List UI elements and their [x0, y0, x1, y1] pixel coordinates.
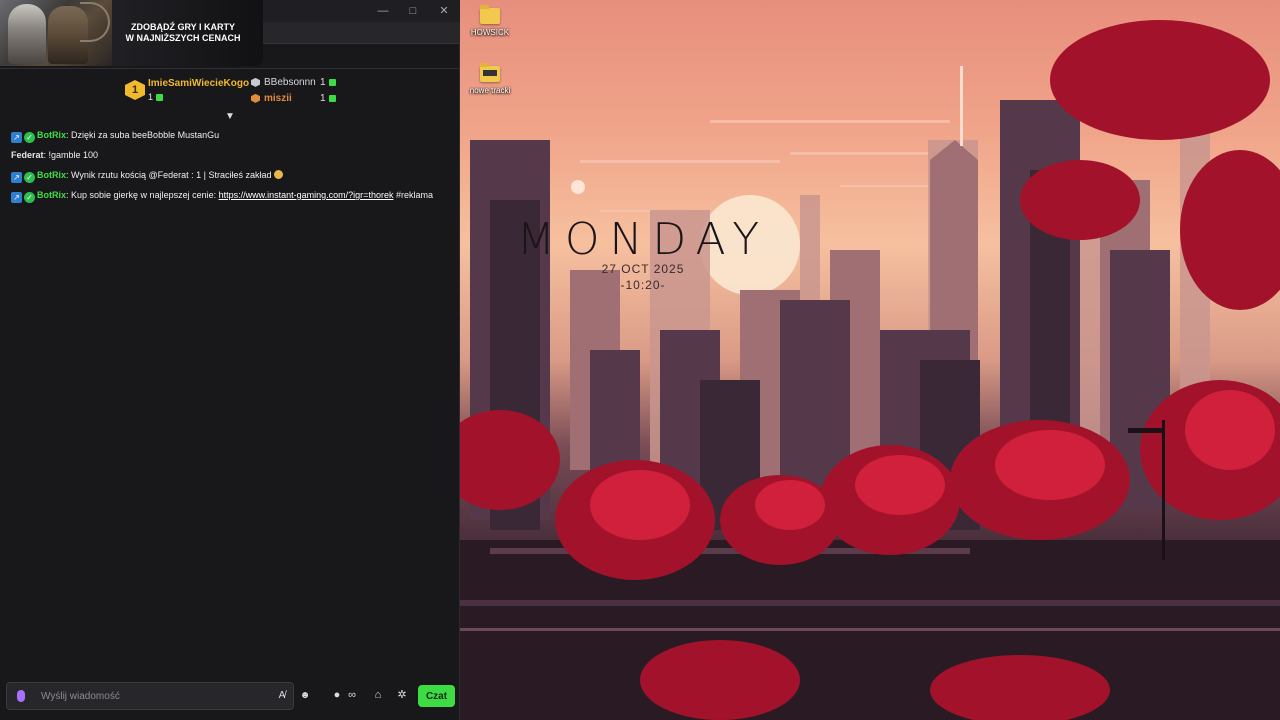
verified-badge-icon: ✓ — [24, 172, 35, 183]
leaderboard-first-score: 1 — [148, 92, 164, 102]
chat-username[interactable]: Federat — [11, 150, 44, 160]
bot-badge-icon: ↗ — [11, 192, 22, 203]
chat-text-after: #reklama — [395, 190, 433, 200]
close-button[interactable]: ✕ — [429, 2, 459, 20]
leaderboard-third-score: 1 — [320, 93, 336, 104]
leaderboard-first-name: ImieSamiWiecieKogo — [148, 78, 250, 89]
chat-message-list: ↗ ✓ BotRix: Dzięki za suba beeBobble Musta… — [11, 128, 456, 208]
chat-link[interactable]: https://www.instant-gaming.com/?igr=thor… — [219, 190, 394, 200]
chat-message: ↗ ✓ BotRix: Wynik rzutu kością @Federat : … — [11, 168, 456, 188]
ad-banner[interactable]: ZDOBĄDŹ GRY I KARTY W NAJNIŻSZYCH CENACH — [0, 0, 263, 66]
leaderboard-third-name: miszii — [264, 93, 292, 104]
gift-icon — [328, 94, 336, 102]
ad-text: ZDOBĄDŹ GRY I KARTY W NAJNIŻSZYCH CENACH — [120, 22, 246, 44]
leaderboard-second-name: BBebsonnn — [264, 77, 316, 88]
emote-picker-icon[interactable]: ☻ — [298, 689, 312, 703]
ad-text-line1: ZDOBĄDŹ GRY I KARTY — [130, 22, 235, 32]
chat-input-box[interactable]: A̸ ☻ — [6, 682, 310, 710]
bot-badge-icon: ↗ — [11, 132, 22, 143]
desktop-icon-howsick[interactable]: HOWSICK — [460, 5, 520, 37]
minimize-button[interactable]: — — [368, 2, 398, 20]
points-icon[interactable]: ● — [332, 688, 342, 702]
desktop-clock-widget: MONDAY 27 OCT 2025 -10:20- — [508, 214, 778, 293]
divider — [0, 68, 460, 69]
chat-text: Kup sobie gierkę w najlepszej cenie: — [71, 190, 217, 200]
chat-message: Federat: !gamble 100 — [11, 148, 456, 168]
chat-text: Wynik rzutu kością @Federat : 1 | Straci… — [71, 170, 272, 180]
ad-text-line2: W NAJNIŻSZYCH CENACH — [125, 33, 241, 43]
emote-icon — [274, 170, 283, 179]
chat-input[interactable] — [39, 687, 259, 705]
leaderboard-second[interactable]: BBebsonnn — [251, 77, 316, 88]
desktop-icon-nowe-tracki[interactable]: nowe tracki — [460, 63, 520, 95]
send-chat-button[interactable]: Czat — [418, 685, 455, 707]
chat-message: ↗ ✓ BotRix: Dzięki za suba beeBobble Musta… — [11, 128, 456, 148]
wallpaper-cityscape — [460, 20, 1280, 720]
chat-message: ↗ ✓ BotRix: Kup sobie gierkę w najlepszej … — [11, 188, 456, 208]
gift-leaderboard: 1 ImieSamiWiecieKogo 1 BBebsonnn 1 miszi… — [0, 72, 460, 110]
rank-2-icon — [251, 77, 260, 87]
microphone-icon[interactable] — [17, 690, 25, 702]
folder-icon — [480, 5, 500, 24]
score-value: 1 — [320, 93, 326, 104]
clock-time: -10:20- — [620, 278, 666, 292]
folder-icon — [480, 63, 500, 82]
translate-icon[interactable]: A̸ — [275, 689, 289, 703]
desktop-icon-label: HOWSICK — [470, 28, 510, 37]
rank-3-icon — [251, 93, 260, 103]
rank-badge-icon: 1 — [125, 80, 145, 100]
score-value: 1 — [148, 92, 154, 102]
leaderboard-third[interactable]: miszii — [251, 93, 292, 104]
verified-badge-icon: ✓ — [24, 192, 35, 203]
clock-day: MONDAY — [516, 214, 770, 265]
collapse-leaderboard-icon[interactable]: ▼ — [224, 112, 236, 122]
points-balance[interactable]: ∞ — [345, 688, 359, 702]
settings-gear-icon[interactable]: ✲ — [395, 688, 409, 702]
score-value: 1 — [320, 77, 326, 88]
desktop: HOWSICK nowe tracki MONDAY 27 OCT 2025 -… — [460, 0, 1280, 720]
chat-text: !gamble 100 — [48, 150, 99, 160]
gift-icon — [156, 94, 164, 102]
bot-badge-icon: ↗ — [11, 172, 22, 183]
verified-badge-icon: ✓ — [24, 132, 35, 143]
desktop-icon-label: nowe tracki — [469, 86, 511, 95]
leaderboard-second-score: 1 — [320, 77, 336, 88]
ad-artwork — [0, 0, 112, 66]
chat-username[interactable]: BotRix — [37, 170, 66, 180]
chat-window: — □ ✕ ZDOBĄDŹ GRY I KARTY W NAJNIŻSZYCH … — [0, 0, 460, 720]
chat-username[interactable]: BotRix — [37, 190, 66, 200]
gift-icon — [328, 78, 336, 86]
chat-text: Dzięki za suba beeBobble MustanGu — [71, 130, 220, 140]
chat-username[interactable]: BotRix — [37, 130, 66, 140]
store-icon[interactable]: ⌂ — [371, 688, 385, 702]
maximize-button[interactable]: □ — [398, 2, 428, 20]
